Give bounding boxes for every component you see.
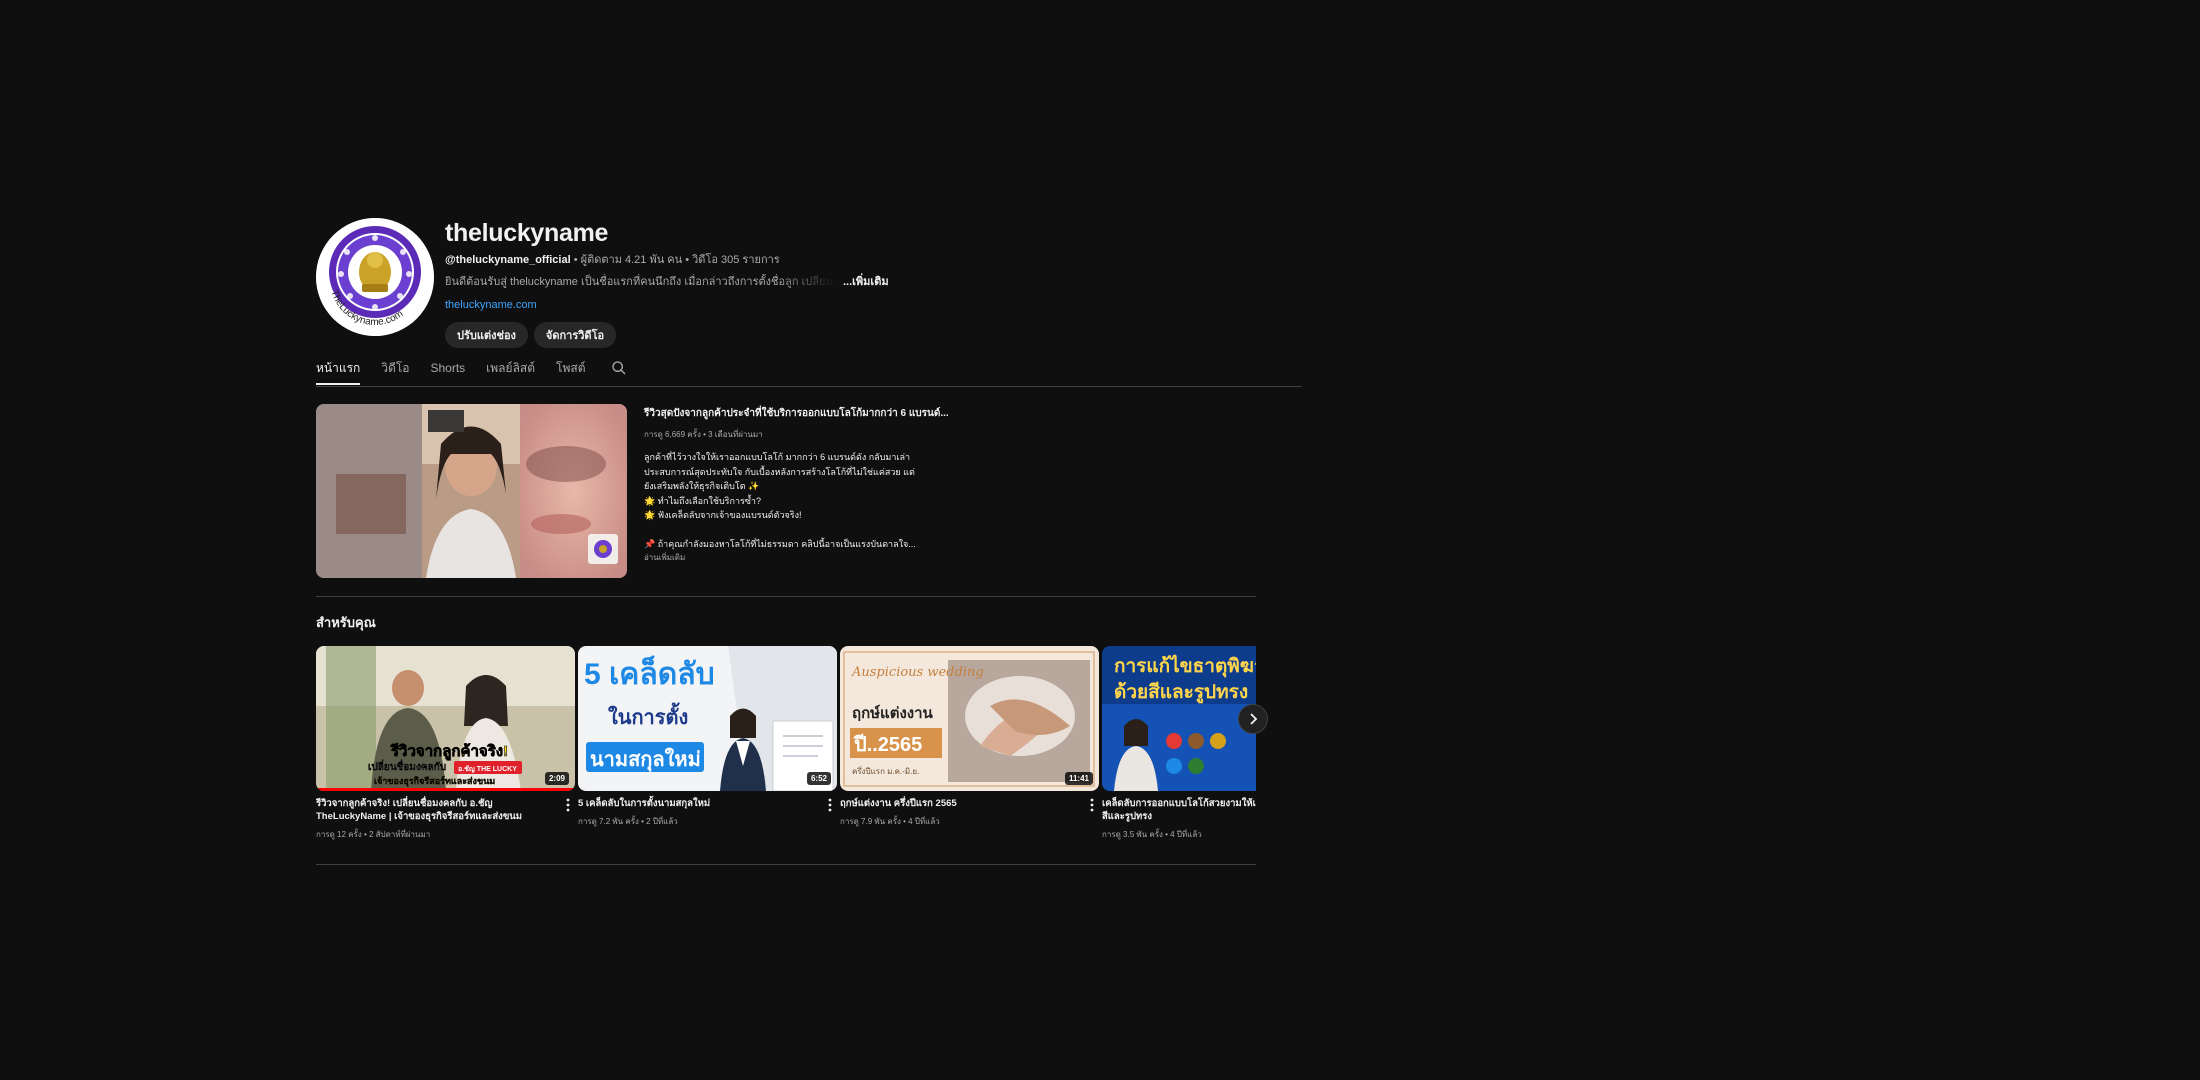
thumb-subline: ในการตั้ง [608,702,688,729]
channel-stats: @theluckyname_official • ผู้ติดตาม 4.21 … [445,252,1245,268]
thumb-headline: ฤกษ์แต่งงาน [852,704,934,722]
tab-shorts[interactable]: Shorts [430,354,465,385]
channel-header: TheLuckyname.com theluckyname @theluckyn… [316,218,1256,348]
featured-video-description: ลูกค้าที่ไว้วางใจให้เราออกแบบโลโก้ มากกว… [644,452,916,549]
channel-website-link[interactable]: theluckyname.com [445,297,1245,313]
channel-stats-text: • ผู้ติดตาม 4.21 พัน คน • วิดีโอ 305 ราย… [570,254,780,266]
read-more-link[interactable]: อ่านเพิ่มเติม [644,552,964,564]
video-title[interactable]: ฤกษ์แต่งงาน ครึ่งปีแรก 2565 [840,797,1099,810]
tab-videos[interactable]: วิดีโอ [381,354,409,385]
featured-video-meta: การดู 6,669 ครั้ง • 3 เดือนที่ผ่านมา [644,430,763,439]
featured-video: รีวิวสุดปังจากลูกค้าประจำที่ใช้บริการออก… [316,404,1256,578]
watch-progress-bar [316,788,575,791]
thumb-subline: เปลี่ยนชื่อมงคลกับ [368,759,446,773]
video-card[interactable]: Auspicious wedding ฤกษ์แต่งงาน ปี..2565 … [840,646,1099,828]
manage-videos-button[interactable]: จัดการวิดีโอ [533,322,617,348]
video-card[interactable]: การแก้ไขธาตุพิฆาต ด้วยสีและรูปทรง เคล็ดล… [1102,646,1256,841]
section-divider [316,864,1256,865]
shelf-title: สำหรับคุณ [316,615,376,630]
thumb-headline: การแก้ไขธาตุพิฆาต [1114,654,1256,678]
video-duration: 11:41 [1064,772,1093,785]
section-divider [316,596,1256,597]
thumb-subline: ด้วยสีและรูปทรง [1114,681,1248,704]
channel-description[interactable]: ยินดีต้อนรับสู่ theluckyname เป็นชื่อแรก… [445,274,1245,290]
thumb-script: Auspicious wedding [851,665,984,680]
video-title[interactable]: เคล็ดลับการออกแบบโลโก้สวยงามให้เหมาะกับ … [1102,797,1256,823]
video-duration: 6:52 [806,772,831,785]
thumb-headline: รีวิวจากลูกค้าจริง! [390,742,508,761]
video-meta: การดู 3.5 พัน ครั้ง • 4 ปีที่แล้ว [1102,830,1202,839]
thumb-tag: นามสกุลใหม่ [590,747,701,772]
shelf-next-button[interactable] [1238,704,1268,734]
thumb-headline: 5 เคล็ดลับ [584,655,715,691]
featured-video-info: รีวิวสุดปังจากลูกค้าประจำที่ใช้บริการออก… [644,404,964,564]
video-thumbnail[interactable]: รีวิวจากลูกค้าจริง! เปลี่ยนชื่อมงคลกับ อ… [316,646,575,791]
channel-handle: @theluckyname_official [445,254,571,266]
video-duration: 2:09 [544,772,569,785]
video-meta: การดู 7.2 พัน ครั้ง • 2 ปีที่แล้ว [578,817,678,826]
tab-posts[interactable]: โพสต์ [556,354,585,385]
tab-home[interactable]: หน้าแรก [316,354,361,385]
thumb-tag: ครึ่งปีแรก ม.ค.-มิ.ย. [852,765,919,776]
video-thumbnail[interactable]: Auspicious wedding ฤกษ์แต่งงาน ปี..2565 … [840,646,1099,791]
video-card[interactable]: รีวิวจากลูกค้าจริง! เปลี่ยนชื่อมงคลกับ อ… [316,646,575,841]
channel-description-text: ยินดีต้อนรับสู่ theluckyname เป็นชื่อแรก… [445,276,835,288]
video-meta: การดู 7.9 พัน ครั้ง • 4 ปีที่แล้ว [840,817,940,826]
thumb-line3: เจ้าของธุรกิจรีสอร์ทและส่งขนม [374,775,495,787]
channel-page: TheLuckyname.com theluckyname @theluckyn… [0,0,2200,1080]
featured-video-title[interactable]: รีวิวสุดปังจากลูกค้าประจำที่ใช้บริการออก… [644,406,964,421]
video-thumbnail[interactable]: 5 เคล็ดลับ ในการตั้ง นามสกุลใหม่ 6:52 [578,646,837,791]
video-thumbnail[interactable]: การแก้ไขธาตุพิฆาต ด้วยสีและรูปทรง [1102,646,1256,791]
chevron-right-icon [1250,713,1258,725]
thumb-tag: อ.ชัญ THE LUCKY [458,765,517,773]
description-more-link[interactable]: ...เพิ่มเติม [843,274,889,290]
video-card[interactable]: 5 เคล็ดลับ ในการตั้ง นามสกุลใหม่ 6:52 5 … [578,646,837,828]
tab-playlists[interactable]: เพลย์ลิสต์ [486,354,535,385]
channel-name: theluckyname [445,219,609,247]
avatar[interactable]: TheLuckyname.com [316,218,434,336]
more-vert-icon[interactable] [825,798,835,812]
channel-meta: theluckyname @theluckyname_official • ผู… [445,218,1245,348]
more-vert-icon[interactable] [1087,798,1097,812]
video-title[interactable]: รีวิวจากลูกค้าจริง! เปลี่ยนชื่อมงคลกับ อ… [316,797,575,823]
for-you-shelf: รีวิวจากลูกค้าจริง! เปลี่ยนชื่อมงคลกับ อ… [316,646,1256,846]
customize-channel-button[interactable]: ปรับแต่งช่อง [445,322,528,348]
thumb-subline: ปี..2565 [853,733,923,756]
more-vert-icon[interactable] [563,798,573,812]
channel-tabs: หน้าแรก วิดีโอ Shorts เพลย์ลิสต์ โพสต์ [316,354,1302,387]
video-title[interactable]: 5 เคล็ดลับในการตั้งนามสกุลใหม่ [578,797,837,810]
featured-video-thumbnail[interactable] [316,404,627,578]
search-icon[interactable] [611,360,627,376]
header-buttons: ปรับแต่งช่อง จัดการวิดีโอ [445,322,1245,348]
video-meta: การดู 12 ครั้ง • 2 สัปดาห์ที่ผ่านมา [316,830,431,839]
